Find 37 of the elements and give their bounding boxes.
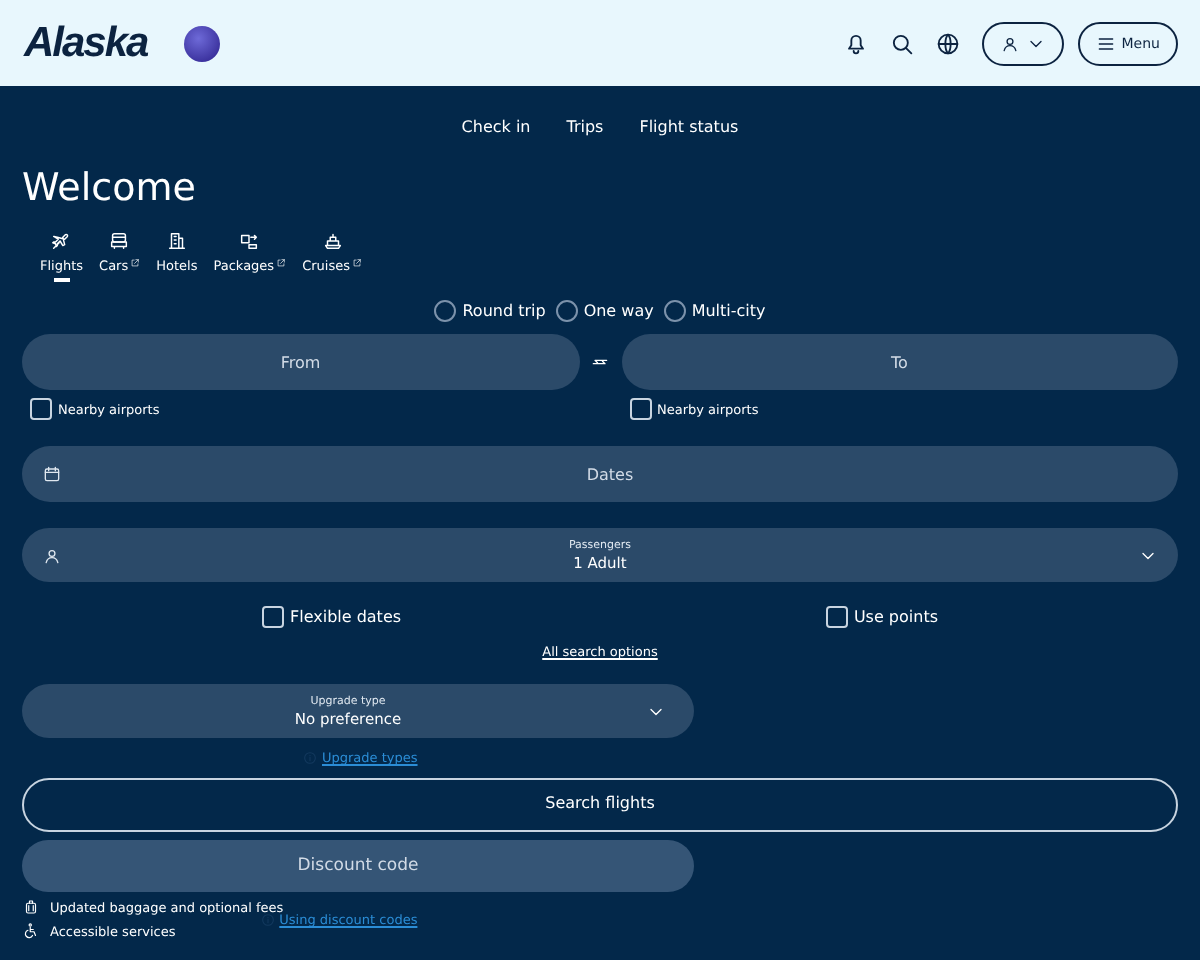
account-button[interactable]	[981, 21, 1064, 65]
car-icon	[108, 230, 131, 252]
discount-code-field[interactable]: Discount code	[22, 840, 694, 892]
search-flights-button[interactable]: Search flights	[22, 778, 1178, 832]
plane-icon	[50, 230, 73, 252]
radio-label[interactable]: Multi-city	[691, 302, 766, 320]
globe-icon	[934, 29, 963, 57]
person-icon	[999, 33, 1020, 53]
brand-logo[interactable]: Alaska	[24, 19, 148, 67]
calendar-icon	[42, 464, 62, 484]
dates-field[interactable]: Dates	[22, 446, 1178, 502]
checkbox[interactable]	[30, 398, 52, 420]
nav-link[interactable]: Trips	[566, 117, 604, 135]
radio-label[interactable]: One way	[583, 302, 654, 320]
radio-label[interactable]: Round trip	[462, 302, 546, 320]
page-title: Welcome	[22, 166, 198, 210]
checkbox[interactable]	[262, 606, 284, 628]
checkbox-label[interactable]: Use points	[853, 608, 938, 626]
nav-link[interactable]: Check in	[461, 117, 531, 135]
radio-button[interactable]	[434, 300, 457, 322]
to-field[interactable]: To	[621, 334, 1178, 390]
wheelchair-icon	[22, 922, 40, 940]
field-placeholder: Dates	[584, 465, 636, 483]
checkbox[interactable]	[825, 606, 848, 628]
checkbox[interactable]	[629, 398, 651, 420]
nav-link[interactable]: Flight status	[639, 117, 739, 135]
checkbox-label[interactable]: Flexible dates	[290, 608, 402, 626]
person-icon	[42, 545, 62, 565]
radio-button[interactable]	[663, 300, 686, 322]
building-icon	[165, 230, 188, 252]
radio-button[interactable]	[555, 300, 578, 322]
ship-icon	[321, 230, 344, 252]
luggage-icon	[22, 898, 40, 916]
alliance-badge-icon	[183, 25, 220, 61]
search-icon	[888, 29, 917, 57]
from-field[interactable]: From	[22, 334, 579, 390]
menu-icon	[1095, 33, 1116, 53]
